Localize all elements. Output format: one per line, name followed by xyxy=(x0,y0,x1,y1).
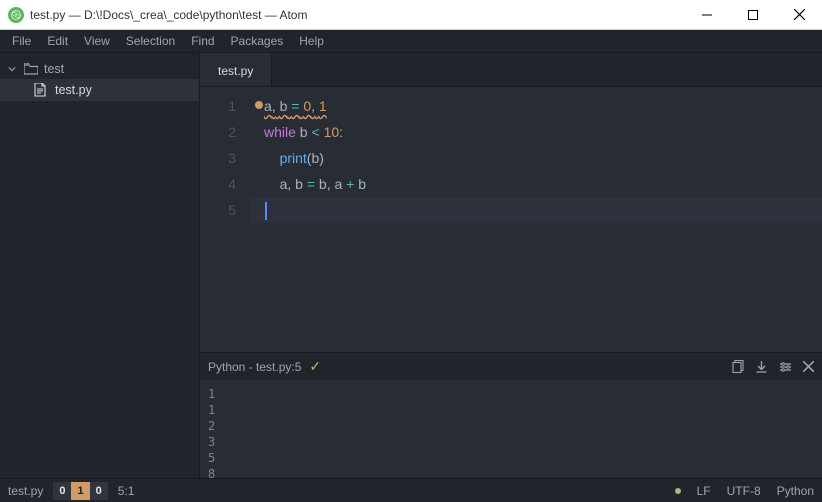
code-line[interactable]: a, b = 0, 1 xyxy=(264,93,822,119)
tree-file-item[interactable]: test.py xyxy=(0,79,199,101)
line-number: 1 xyxy=(200,93,236,119)
menu-packages[interactable]: Packages xyxy=(223,32,292,50)
script-runner-header: Python - test.py:5 ✓ xyxy=(200,352,822,380)
editor-pane: test.py 1 2 3 4 5 a, b = 0, 1 while b < … xyxy=(200,53,822,478)
cursor-position[interactable]: 5:1 xyxy=(118,484,135,498)
window-titlebar: test.py — D:\!Docs\_crea\_code\python\te… xyxy=(0,0,822,30)
line-ending-selector[interactable]: LF xyxy=(697,484,711,498)
window-maximize-button[interactable] xyxy=(730,0,776,30)
lint-warning-count: 1 xyxy=(71,482,89,500)
code-lines[interactable]: a, b = 0, 1 while b < 10: print(b) a, b … xyxy=(250,87,822,352)
close-runner-button[interactable] xyxy=(803,361,814,372)
grammar-selector[interactable]: Python xyxy=(777,484,814,498)
line-number: 3 xyxy=(200,145,236,171)
lint-error-count: 0 xyxy=(53,482,71,500)
runner-title: Python - test.py:5 xyxy=(208,360,301,374)
chevron-down-icon xyxy=(8,65,18,73)
status-file-name[interactable]: test.py xyxy=(8,484,43,498)
menu-view[interactable]: View xyxy=(76,32,118,50)
options-button[interactable] xyxy=(778,360,793,374)
tree-view[interactable]: test test.py xyxy=(0,53,200,478)
status-bar: test.py 0 1 0 5:1 LF UTF-8 Python xyxy=(0,478,822,502)
tab-test-py[interactable]: test.py xyxy=(200,53,272,86)
menu-help[interactable]: Help xyxy=(291,32,332,50)
script-runner-output[interactable]: 1 1 2 3 5 8 [Finished in 0.091s] xyxy=(200,380,822,478)
tab-bar: test.py xyxy=(200,53,822,87)
text-editor[interactable]: 1 2 3 4 5 a, b = 0, 1 while b < 10: prin… xyxy=(200,87,822,352)
window-minimize-button[interactable] xyxy=(684,0,730,30)
code-line[interactable]: print(b) xyxy=(264,145,822,171)
tree-file-label: test.py xyxy=(55,83,92,97)
workspace: test test.py test.py 1 2 3 4 5 xyxy=(0,53,822,478)
linter-counts[interactable]: 0 1 0 xyxy=(53,482,107,500)
window-close-button[interactable] xyxy=(776,0,822,30)
gutter: 1 2 3 4 5 xyxy=(200,87,250,352)
menu-file[interactable]: File xyxy=(4,32,39,50)
code-line[interactable] xyxy=(250,197,822,223)
tree-root-label: test xyxy=(44,62,64,76)
tree-root-folder[interactable]: test xyxy=(0,59,199,79)
menu-bar: File Edit View Selection Find Packages H… xyxy=(0,30,822,53)
text-cursor xyxy=(265,202,267,220)
menu-find[interactable]: Find xyxy=(183,32,222,50)
line-number: 2 xyxy=(200,119,236,145)
menu-edit[interactable]: Edit xyxy=(39,32,76,50)
copy-output-button[interactable] xyxy=(732,360,745,374)
code-line[interactable]: while b < 10: xyxy=(264,119,822,145)
menu-selection[interactable]: Selection xyxy=(118,32,183,50)
line-number: 5 xyxy=(200,197,236,223)
folder-icon xyxy=(24,63,38,75)
encoding-selector[interactable]: UTF-8 xyxy=(727,484,761,498)
git-status-icon[interactable] xyxy=(675,488,681,494)
line-number: 4 xyxy=(200,171,236,197)
lint-info-count: 0 xyxy=(90,482,108,500)
check-icon: ✓ xyxy=(309,358,321,375)
file-icon xyxy=(34,83,48,97)
download-output-button[interactable] xyxy=(755,360,768,374)
window-title: test.py — D:\!Docs\_crea\_code\python\te… xyxy=(30,8,307,22)
atom-app-icon xyxy=(8,7,24,23)
tab-label: test.py xyxy=(218,64,253,78)
code-line[interactable]: a, b = b, a + b xyxy=(264,171,822,197)
